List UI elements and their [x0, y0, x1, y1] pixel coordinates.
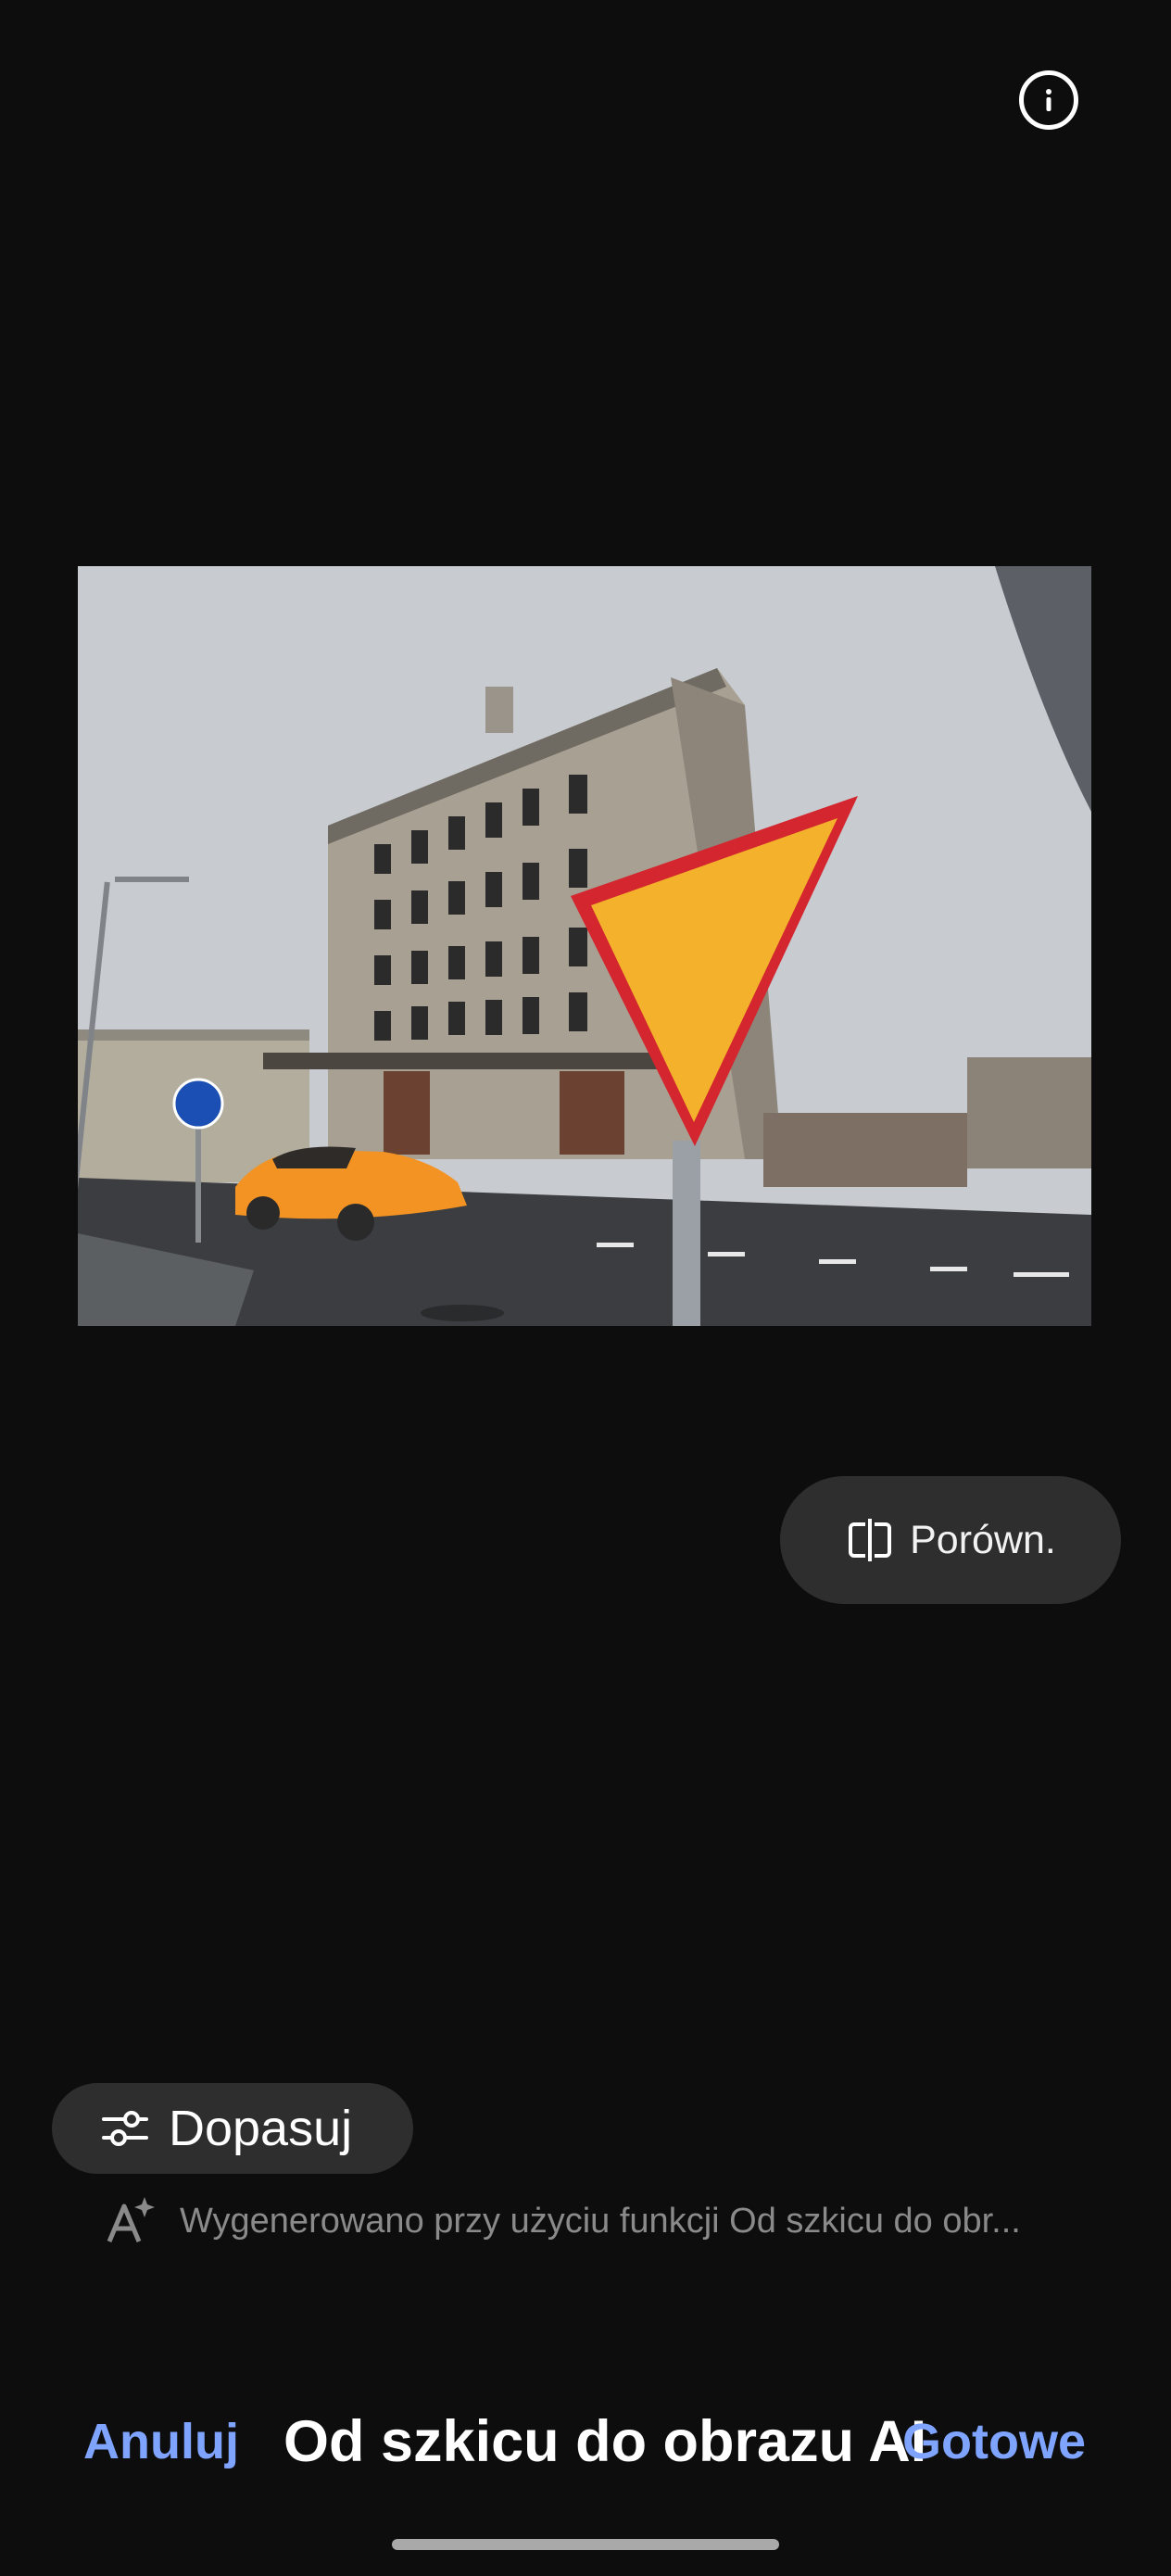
sliders-icon: [102, 2111, 148, 2146]
compare-label: Porówn.: [910, 1517, 1056, 1562]
done-button[interactable]: Gotowe: [902, 2400, 1086, 2483]
compare-split-icon: [849, 1519, 892, 1561]
compare-button[interactable]: Porówn.: [780, 1476, 1121, 1604]
ai-sparkle-icon: [107, 2197, 155, 2242]
screen-title: Od szkicu do obrazu AI: [283, 2409, 927, 2474]
info-button[interactable]: [1019, 70, 1078, 130]
adjust-button[interactable]: Dopasuj: [52, 2083, 413, 2174]
ai-notice-text: Wygenerowano przy użyciu funkcji Od szki…: [180, 2201, 1021, 2241]
bottom-action-bar: Anuluj Od szkicu do obrazu AI Gotowe: [0, 2400, 1171, 2483]
edited-photo-preview: [78, 566, 1091, 1326]
info-icon: [1046, 89, 1051, 111]
adjust-label: Dopasuj: [169, 2101, 353, 2156]
home-indicator[interactable]: [392, 2539, 779, 2550]
ai-generated-notice: Wygenerowano przy użyciu funkcji Od szki…: [102, 2189, 1065, 2254]
cancel-button[interactable]: Anuluj: [83, 2400, 239, 2483]
